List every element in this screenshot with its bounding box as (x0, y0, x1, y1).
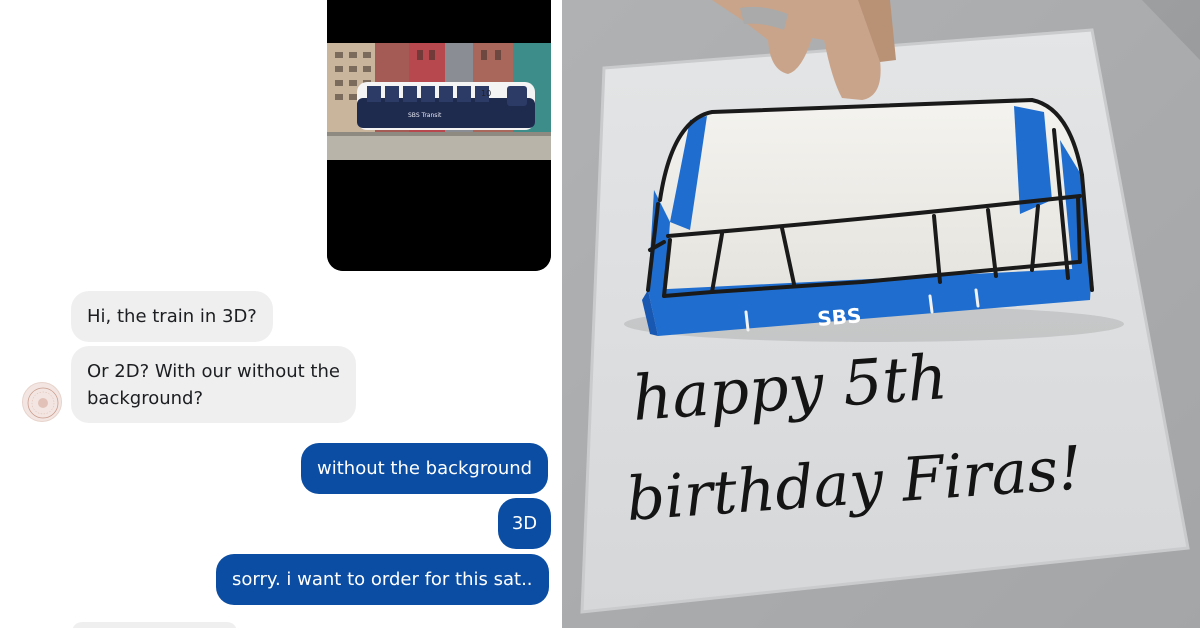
train-brand-label: SBS Transit (408, 112, 442, 119)
image-message[interactable]: 10 SBS Transit (327, 0, 551, 271)
message-incoming-partial[interactable] (72, 622, 237, 628)
message-outgoing[interactable]: without the background (301, 443, 549, 494)
cake-logo-text: SBS (816, 303, 862, 331)
message-text: sorry. i want to order for this sat.. (232, 569, 533, 590)
cake-photo: SBS happy 5th birthday Firas! (562, 0, 1200, 628)
message-incoming[interactable]: Hi, the train in 3D? (71, 291, 273, 342)
chat-panel: 10 SBS Transit Hi, the train in 3D? Or 2… (0, 0, 562, 628)
bakery-logo-icon (27, 387, 59, 419)
train-photo: 10 SBS Transit (327, 0, 551, 271)
cake-photo-drawing: SBS happy 5th birthday Firas! (562, 0, 1200, 628)
message-text: without the background (317, 458, 533, 479)
avatar[interactable] (22, 382, 62, 422)
message-text: background? (87, 388, 204, 409)
message-text: Hi, the train in 3D? (87, 306, 257, 327)
message-outgoing[interactable]: sorry. i want to order for this sat.. (216, 554, 549, 605)
message-text: Or 2D? With our without the (87, 361, 340, 382)
message-outgoing[interactable]: 3D (498, 498, 551, 549)
train-number-label: 10 (481, 89, 491, 98)
message-text: 3D (511, 513, 538, 534)
message-incoming[interactable]: Or 2D? With our without the background? (71, 346, 356, 423)
